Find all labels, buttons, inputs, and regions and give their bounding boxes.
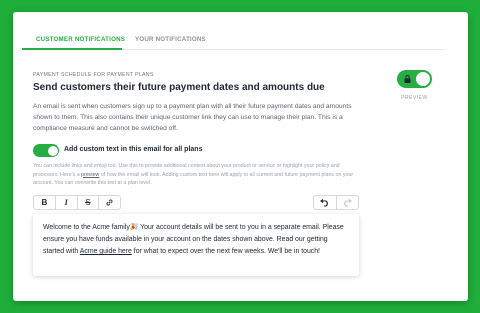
link-button[interactable] (99, 196, 120, 209)
redo-icon (343, 198, 352, 207)
tab-customer-notifications[interactable]: CUSTOMER NOTIFICATIONS (36, 36, 125, 43)
tab-your-notifications[interactable]: YOUR NOTIFICATIONS (135, 36, 206, 43)
format-toolbar: B I S (33, 195, 121, 210)
page-title: Send customers their future payment date… (33, 82, 325, 93)
toggle-knob (47, 145, 58, 156)
custom-text-help: You can include links and emoji too. Use… (33, 162, 363, 188)
italic-label: I (64, 198, 68, 207)
section-description: An email is sent when customers sign up … (33, 103, 352, 132)
guide-link[interactable]: Acme guide here (80, 248, 132, 255)
payment-schedule-toggle[interactable] (397, 70, 432, 88)
custom-text-editor[interactable]: Welcome to the Acme family🎉 Your account… (33, 214, 359, 276)
history-toolbar (313, 195, 359, 210)
strikethrough-button[interactable]: S (78, 196, 100, 209)
bold-label: B (41, 198, 48, 207)
bold-button[interactable]: B (34, 196, 56, 209)
custom-text-toggle[interactable] (33, 144, 59, 157)
undo-icon (320, 198, 329, 207)
toggle-knob (416, 72, 430, 86)
strike-label: S (85, 198, 91, 207)
preview-inline-link[interactable]: preview (81, 172, 99, 178)
italic-button[interactable]: I (56, 196, 78, 209)
notification-tabs: CUSTOMER NOTIFICATIONS YOUR NOTIFICATION… (22, 30, 445, 50)
custom-text-label: Add custom text in this email for all pl… (64, 146, 203, 153)
redo-button[interactable] (337, 196, 359, 209)
active-tab-indicator (22, 48, 122, 50)
preview-link[interactable]: PREVIEW (401, 95, 428, 101)
link-icon (106, 199, 113, 206)
lock-icon (404, 75, 411, 83)
undo-button[interactable] (314, 196, 337, 209)
editor-text-end: for what to expect over the next few wee… (131, 248, 320, 255)
section-label: PAYMENT SCHEDULE FOR PAYMENT PLANS (33, 72, 154, 78)
